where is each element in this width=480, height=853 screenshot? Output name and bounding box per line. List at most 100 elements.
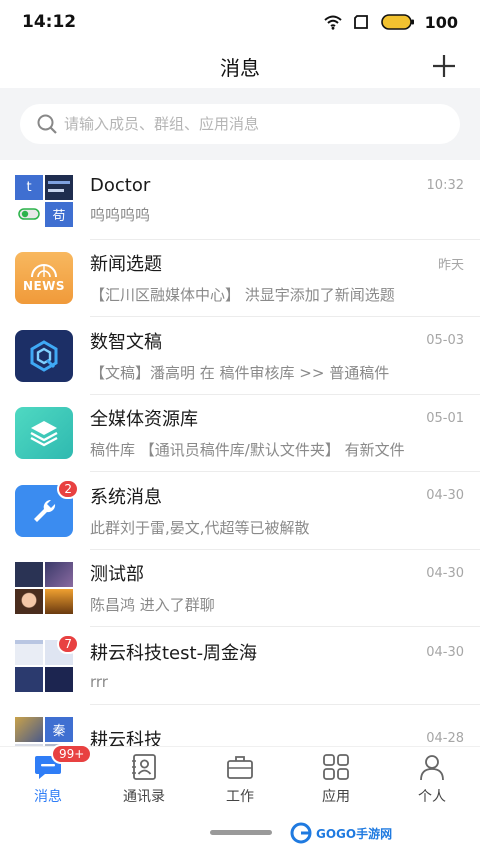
header: 消息 (0, 44, 480, 88)
plus-icon (433, 55, 455, 77)
avatar-collage (15, 562, 73, 615)
avatar-collage: t 苟 (15, 174, 73, 227)
avatar-tile: t (15, 174, 43, 200)
watermark-text: GOGO手游网 (316, 826, 393, 841)
avatar-tile-image (45, 666, 73, 692)
layers-icon (15, 407, 73, 460)
watermark: GOGO手游网 (290, 818, 392, 848)
news-icon-label: NEWS (22, 279, 66, 294)
chat-preview: 此群刘于雷,晏文,代超等已被解散 (90, 518, 310, 537)
wifi-icon (323, 15, 342, 30)
avatar-tile-image (15, 666, 43, 692)
chat-name: 测试部 (90, 564, 144, 586)
app-avatar (15, 407, 73, 460)
avatar-tile-image (15, 589, 43, 615)
messages-screen: 14:12 100 消息 请输入成员、群组、应用消息 t 苟 Doctor 10… (0, 0, 480, 853)
search-bar[interactable] (20, 104, 460, 144)
chat-time: 05-01 (426, 410, 464, 426)
hexagon-logo-icon (15, 329, 73, 382)
tab-label: 通讯录 (123, 788, 165, 805)
chat-time: 04-30 (426, 565, 464, 581)
unread-badge: 7 (57, 633, 79, 654)
tab-label: 工作 (226, 788, 254, 805)
chat-item-test-dept[interactable]: 测试部 04-30 陈昌鸿 进入了群聊 (0, 550, 480, 627)
tab-label: 消息 (34, 788, 62, 805)
tab-apps[interactable]: 应用 (288, 747, 384, 810)
chat-time: 04-30 (426, 644, 464, 660)
chat-top: 耕云科技test-周金海 04-30 (90, 639, 464, 665)
search-input[interactable] (64, 115, 424, 133)
chat-item-digital-manuscript[interactable]: 数智文稿 05-03 【文稿】潘高明 在 稿件审核库 >> 普通稿件 (0, 317, 480, 395)
chat-name: 耕云科技test-周金海 (90, 643, 258, 665)
chat-body: Doctor 10:32 呜呜呜呜 (90, 162, 480, 240)
avatar-tile: 秦 (45, 717, 73, 743)
chat-body: 系统消息 04-30 此群刘于雷,晏文,代超等已被解散 (90, 472, 480, 550)
contacts-icon (129, 752, 159, 782)
tab-unread-badge: 99+ (51, 743, 93, 764)
page-title: 消息 (220, 55, 260, 80)
battery-icon (380, 14, 414, 30)
chat-body: 数智文稿 05-03 【文稿】潘高明 在 稿件审核库 >> 普通稿件 (90, 317, 480, 395)
unread-badge: 2 (57, 478, 79, 499)
chat-name: Doctor (90, 175, 151, 197)
watermark-logo-icon (290, 822, 312, 844)
toggle-icon (15, 201, 43, 227)
chat-preview: 陈昌鸿 进入了群聊 (90, 596, 215, 615)
person-icon (417, 752, 447, 782)
tab-label: 个人 (418, 788, 446, 805)
tab-profile[interactable]: 个人 (384, 747, 480, 810)
avatar-tile-image (45, 589, 73, 615)
chat-time: 04-30 (426, 488, 464, 504)
chat-preview: 【文稿】潘高明 在 稿件审核库 >> 普通稿件 (90, 363, 390, 382)
chat-body: 耕云科技 04-28 (90, 705, 480, 746)
chat-item-gengyun[interactable]: 秦 耕云科技 04-28 (0, 705, 480, 746)
chat-item-media-library[interactable]: 全媒体资源库 05-01 稿件库 【通讯员稿件库/默认文件夹】 有新文件 (0, 395, 480, 472)
chat-top: Doctor 10:32 (90, 175, 464, 196)
tab-messages[interactable]: 99+ 消息 (0, 743, 96, 810)
group-avatar: t 苟 (15, 174, 73, 227)
avatar-collage: 秦 (15, 717, 73, 746)
add-button[interactable] (428, 50, 460, 82)
search-icon (37, 114, 57, 134)
chat-body: 测试部 04-30 陈昌鸿 进入了群聊 (90, 550, 480, 627)
bottom-tab-bar: 99+ 消息 通讯录 工作 应用 个人 (0, 743, 480, 810)
chat-preview: 呜呜呜呜 (90, 206, 151, 225)
chat-item-doctor[interactable]: t 苟 Doctor 10:32 呜呜呜呜 (0, 162, 480, 240)
group-avatar: 秦 (15, 717, 73, 746)
status-icons: 100 (323, 13, 458, 32)
home-indicator[interactable] (210, 830, 272, 835)
avatar-tile-image (15, 717, 43, 743)
chat-item-system-messages[interactable]: 2 系统消息 04-30 此群刘于雷,晏文,代超等已被解散 (0, 472, 480, 550)
status-bar: 14:12 100 (0, 0, 480, 44)
chat-item-news-topics[interactable]: NEWS 新闻选题 昨天 【汇川区融媒体中心】 洪显宇添加了新闻选题 (0, 240, 480, 317)
chat-item-gengyun-test[interactable]: 7 耕云科技test-周金海 04-30 rrr (0, 627, 480, 705)
tab-work[interactable]: 工作 (192, 747, 288, 810)
chat-top: 系统消息 04-30 (90, 483, 464, 509)
chat-time: 04-28 (426, 731, 464, 746)
tab-label: 应用 (322, 788, 350, 805)
search-area (0, 88, 480, 160)
chat-preview: 【汇川区融媒体中心】 洪显宇添加了新闻选题 (90, 286, 395, 305)
battery-percent: 100 (424, 12, 458, 32)
app-avatar: NEWS (15, 252, 73, 305)
app-avatar: 2 (15, 478, 79, 537)
status-time: 14:12 (22, 12, 77, 32)
chat-body: 全媒体资源库 05-01 稿件库 【通讯员稿件库/默认文件夹】 有新文件 (90, 395, 480, 472)
chat-name: 系统消息 (90, 486, 162, 508)
app-avatar (15, 329, 73, 382)
avatar-tile: 苟 (45, 201, 73, 227)
avatar-tile-image (45, 562, 73, 588)
chat-time: 05-03 (426, 333, 464, 349)
chat-list: t 苟 Doctor 10:32 呜呜呜呜 NEWS 新闻选题 昨天 【汇川区融… (0, 162, 480, 746)
chat-body: 新闻选题 昨天 【汇川区融媒体中心】 洪显宇添加了新闻选题 (90, 240, 480, 317)
avatar-tile-image (45, 174, 73, 200)
chat-name: 全媒体资源库 (90, 409, 198, 431)
sim-card-icon (353, 15, 368, 29)
briefcase-icon (225, 752, 255, 782)
news-icon: NEWS (15, 252, 73, 305)
chat-time: 10:32 (426, 178, 464, 194)
group-avatar: 7 (15, 633, 79, 692)
tab-contacts[interactable]: 通讯录 (96, 747, 192, 810)
chat-name: 耕云科技 (90, 729, 162, 746)
chat-top: 数智文稿 05-03 (90, 328, 464, 354)
